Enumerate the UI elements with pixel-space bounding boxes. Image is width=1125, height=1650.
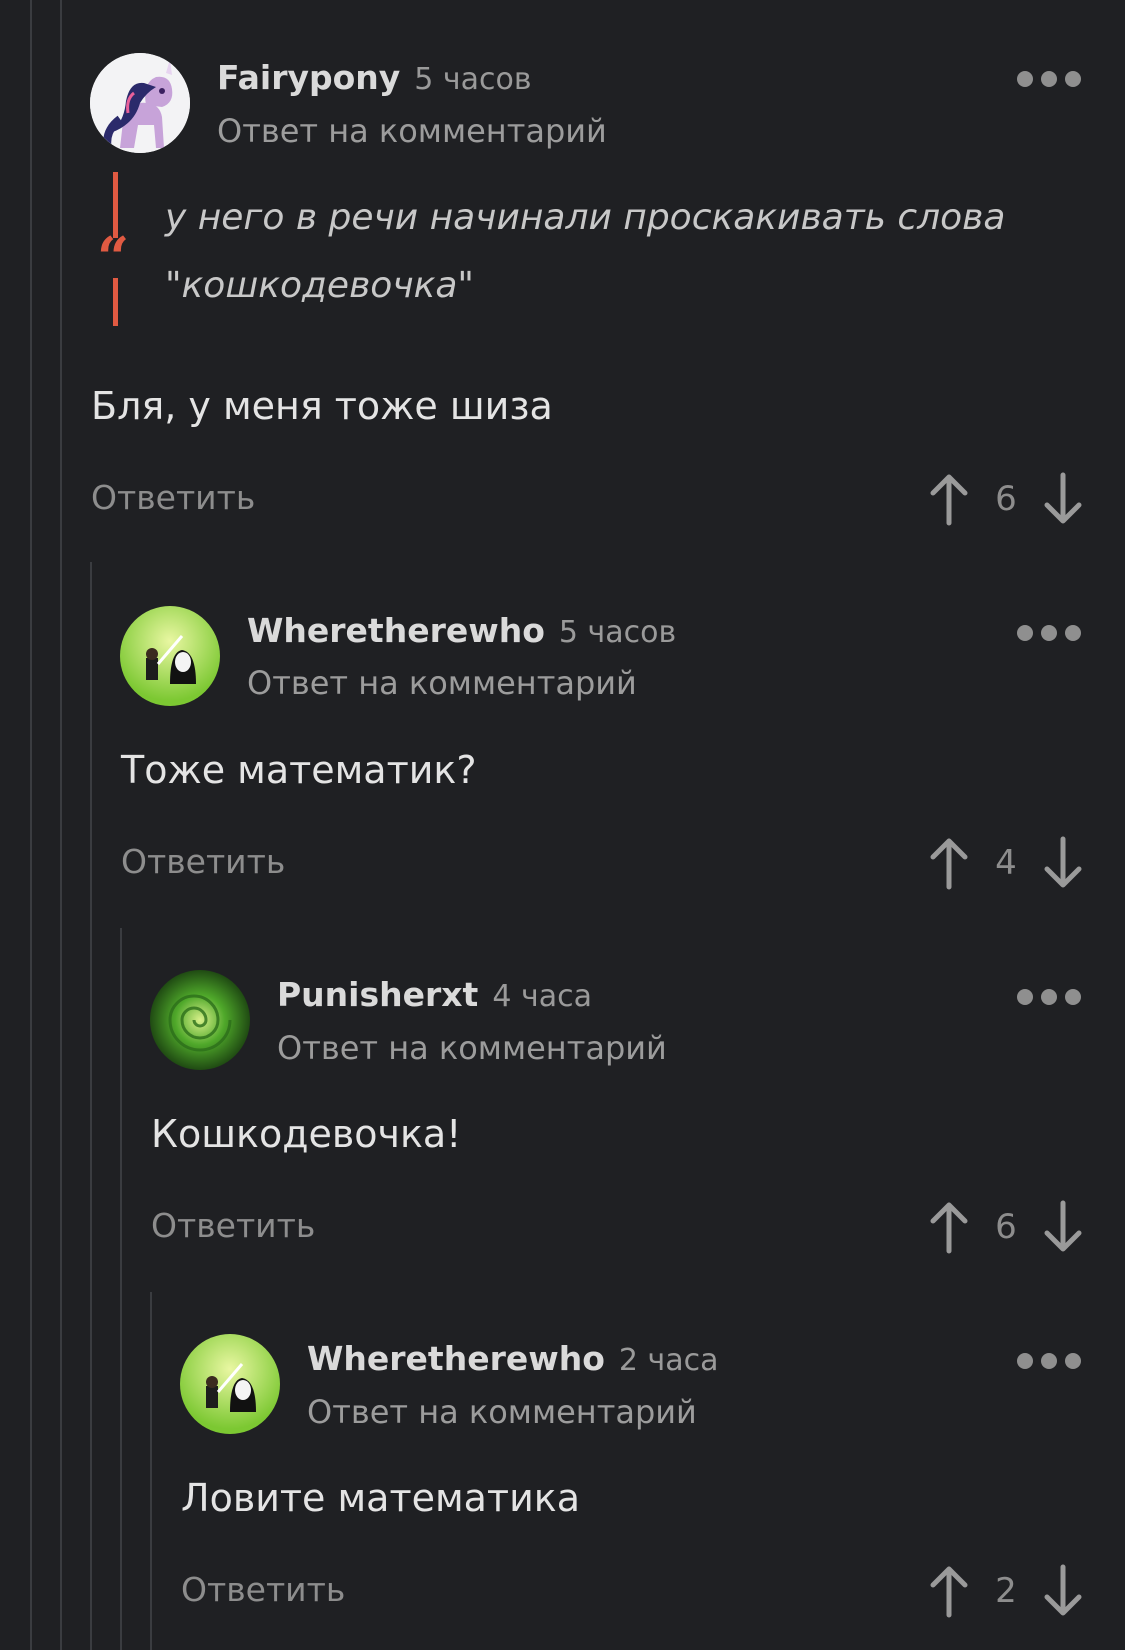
- comment-time: 5 часов: [558, 615, 677, 650]
- more-dot: [1065, 625, 1081, 641]
- author-name[interactable]: Wheretherewho: [307, 1339, 605, 1378]
- vote-score: 4: [995, 843, 1017, 883]
- comment-author[interactable]: Wheretherewho 5 часов: [247, 611, 676, 650]
- more-dot: [1065, 71, 1081, 87]
- comment-text: Ловите математика: [181, 1476, 580, 1520]
- vote-score: 6: [995, 479, 1017, 519]
- more-dot: [1017, 989, 1033, 1005]
- comment-author[interactable]: Fairypony 5 часов: [217, 58, 532, 97]
- vote-score: 2: [995, 1571, 1017, 1611]
- thread-line-level-3: [150, 1292, 152, 1650]
- more-options-icon[interactable]: [1017, 71, 1081, 87]
- author-name[interactable]: Punisherxt: [277, 975, 478, 1014]
- more-dot: [1065, 1353, 1081, 1369]
- comment-author[interactable]: Wheretherewho 2 часа: [307, 1339, 719, 1378]
- downvote-arrow-icon[interactable]: [1041, 1563, 1085, 1619]
- vote-score: 6: [995, 1207, 1017, 1247]
- more-dot: [1041, 1353, 1057, 1369]
- vote-controls: 4: [927, 833, 1085, 893]
- more-dot: [1041, 625, 1057, 641]
- green-portal-avatar-icon[interactable]: [150, 970, 250, 1070]
- reply-to-label[interactable]: Ответ на комментарий: [247, 664, 637, 702]
- more-options-icon[interactable]: [1017, 625, 1081, 641]
- more-dot: [1041, 989, 1057, 1005]
- quote-line-2: "кошкодевочка": [165, 265, 474, 306]
- reply-to-label[interactable]: Ответ на комментарий: [307, 1393, 697, 1431]
- upvote-arrow-icon[interactable]: [927, 835, 971, 891]
- reply-button[interactable]: Ответить: [121, 842, 285, 881]
- quote-line-1: у него в речи начинали проскакивать слов…: [165, 197, 1006, 238]
- vote-controls: 2: [927, 1561, 1085, 1621]
- comment-time: 4 часа: [492, 979, 592, 1014]
- more-dot: [1017, 625, 1033, 641]
- downvote-arrow-icon[interactable]: [1041, 835, 1085, 891]
- downvote-arrow-icon[interactable]: [1041, 1199, 1085, 1255]
- thread-line-root-b: [60, 0, 62, 1650]
- upvote-arrow-icon[interactable]: [927, 1563, 971, 1619]
- comment-text: Тоже математик?: [121, 748, 477, 792]
- quote-icon: “: [95, 225, 132, 291]
- comment-time: 5 часов: [414, 62, 532, 97]
- more-options-icon[interactable]: [1017, 1353, 1081, 1369]
- downvote-arrow-icon[interactable]: [1041, 471, 1085, 527]
- more-dot: [1041, 71, 1057, 87]
- reply-to-label[interactable]: Ответ на комментарий: [277, 1029, 667, 1067]
- more-dot: [1065, 989, 1081, 1005]
- reply-button[interactable]: Ответить: [181, 1570, 345, 1609]
- thread-line-level-1: [90, 562, 92, 1650]
- vote-controls: 6: [927, 1197, 1085, 1257]
- sword-character-avatar-icon[interactable]: [120, 606, 220, 706]
- more-dot: [1017, 71, 1033, 87]
- vote-controls: 6: [927, 469, 1085, 529]
- author-name[interactable]: Fairypony: [217, 58, 400, 97]
- comment-time: 2 часа: [618, 1343, 719, 1378]
- reply-button[interactable]: Ответить: [91, 478, 255, 517]
- upvote-arrow-icon[interactable]: [927, 1199, 971, 1255]
- more-dot: [1017, 1353, 1033, 1369]
- comment-text: Кошкодевочка!: [151, 1112, 462, 1156]
- upvote-arrow-icon[interactable]: [927, 471, 971, 527]
- pony-avatar-icon[interactable]: [90, 53, 190, 153]
- comment-author[interactable]: Punisherxt 4 часа: [277, 975, 592, 1014]
- more-options-icon[interactable]: [1017, 989, 1081, 1005]
- thread-line-level-2: [120, 928, 122, 1650]
- comment-text: Бля, у меня тоже шиза: [91, 384, 553, 428]
- thread-line-root-a: [30, 0, 32, 1650]
- author-name[interactable]: Wheretherewho: [247, 611, 545, 650]
- reply-button[interactable]: Ответить: [151, 1206, 315, 1245]
- reply-to-label[interactable]: Ответ на комментарий: [217, 112, 607, 150]
- sword-character-avatar-icon[interactable]: [180, 1334, 280, 1434]
